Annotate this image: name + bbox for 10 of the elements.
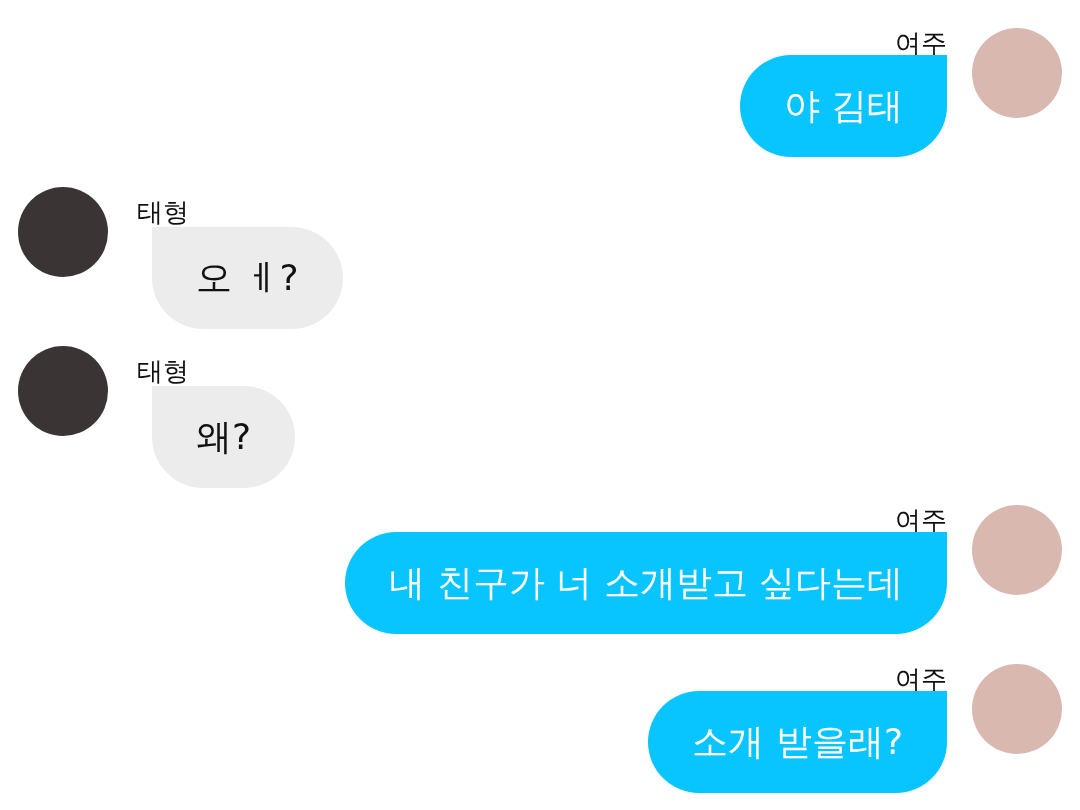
- sender-name: 태형: [137, 197, 189, 227]
- message-bubble: 오 ㅔ?: [152, 227, 343, 329]
- message-bubble: 왜?: [152, 386, 296, 488]
- message-bubble: 야 김태: [739, 55, 947, 157]
- message-bubble: 소개 받을래?: [648, 691, 947, 793]
- message-bubble: 내 친구가 너 소개받고 싶다는데: [345, 532, 947, 634]
- sender-name: 여주: [895, 28, 947, 58]
- sender-name: 여주: [895, 664, 947, 694]
- sender-name: 태형: [137, 356, 189, 386]
- sender-name: 여주: [895, 505, 947, 535]
